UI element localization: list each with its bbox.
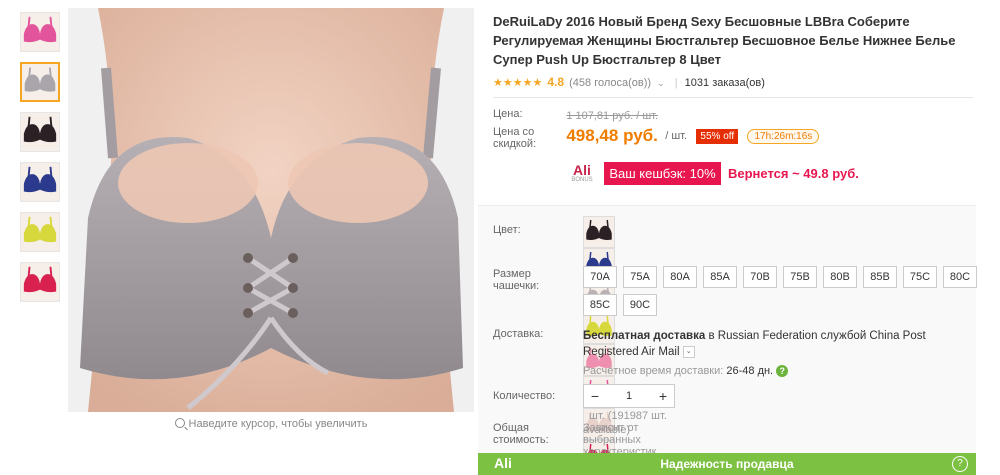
delivery-time-label: Расчётное время доставки: — [583, 365, 724, 377]
size-option[interactable]: 80C — [943, 266, 977, 288]
product-options: Цвет: Размер чашечки: 70A 75A 80A 85A 70B 75B… — [478, 205, 977, 472]
color-row: Цвет: — [493, 216, 615, 472]
rating-value: 4.8 — [547, 75, 565, 89]
thumbnail-list — [20, 12, 62, 312]
thumbnail-5[interactable] — [20, 212, 60, 252]
size-option[interactable]: 75B — [783, 266, 817, 288]
color-label: Цвет: — [493, 224, 521, 236]
quantity-label: Количество: — [493, 390, 556, 402]
size-option[interactable]: 85C — [583, 294, 617, 316]
ali-bonus-logo-text: Ali — [573, 162, 591, 178]
total-row: Общая стоимость: Зависит от выбранных ха… — [493, 422, 656, 470]
price-block: Цена: 1 107,81 руб. / шт. Цена со скидко… — [493, 108, 983, 190]
discount-price-row: Цена со скидкой: 498,48 руб. / шт. 55% o… — [493, 126, 983, 156]
cashback-return: Вернется ~ 49.8 руб. — [728, 166, 859, 181]
delivery-time: Расчётное время доставки: 26-48 дн. ? — [583, 363, 983, 379]
delivery-time-value: 26-48 дн. — [726, 365, 774, 377]
price-label: Цена: — [493, 108, 523, 120]
thumbnail-1[interactable] — [20, 12, 60, 52]
chevron-down-icon[interactable]: ⌄ — [682, 345, 695, 358]
size-option[interactable]: 75C — [903, 266, 937, 288]
cashback-badge[interactable]: Ваш кешбэк: 10% — [604, 162, 721, 185]
seller-reliability-text: Надежность продавца — [660, 457, 794, 471]
votes-link[interactable]: (458 голоса(ов)) — [569, 77, 651, 89]
quantity-plus-button[interactable]: + — [652, 385, 674, 407]
chevron-down-icon[interactable]: ⌄ — [657, 78, 665, 88]
size-options: 70A 75A 80A 85A 70B 75B 80B 85B 75C 80C 85C 90C — [583, 266, 983, 322]
cashback-row: Ali BONUS Ваш кешбэк: 10% Вернется ~ 49.8… — [493, 162, 983, 190]
quantity-box: − 1 + — [583, 384, 675, 408]
size-label: Размер чашечки: — [493, 268, 540, 292]
price-unit: / шт. — [665, 130, 688, 142]
zoom-hint: Наведите курсор, чтобы увеличить — [68, 418, 474, 430]
discount-price-label: Цена со скидкой: — [493, 126, 537, 150]
shipping-info: Бесплатная доставка в Russian Federation… — [583, 328, 983, 379]
original-price-row: Цена: 1 107,81 руб. / шт. — [493, 108, 983, 122]
star-rating-icon: ★★★★★ — [493, 77, 543, 89]
size-option[interactable]: 85B — [863, 266, 897, 288]
countdown-timer: 17h:26m:16s — [747, 128, 820, 144]
quantity-row: Количество: − 1 + шт. (191987 шт. availa… — [493, 384, 675, 436]
zoom-hint-text: Наведите курсор, чтобы увеличить — [188, 418, 368, 430]
quantity-input[interactable]: 1 — [606, 385, 652, 407]
shipping-row: Доставка: Бесплатная доставка в Russian … — [493, 328, 926, 378]
size-option[interactable]: 70B — [743, 266, 777, 288]
thumbnail-6[interactable] — [20, 262, 60, 302]
main-product-image[interactable] — [68, 8, 474, 412]
size-option[interactable]: 70A — [583, 266, 617, 288]
size-option[interactable]: 90C — [623, 294, 657, 316]
help-icon[interactable]: ? — [776, 365, 789, 378]
size-option[interactable]: 75A — [623, 266, 657, 288]
thumbnail-4[interactable] — [20, 162, 60, 202]
ali-bonus-logo-sub: BONUS — [571, 177, 593, 183]
size-option[interactable]: 85A — [703, 266, 737, 288]
total-label: Общая стоимость: — [493, 422, 549, 446]
product-info: DeRuiLaDy 2016 Новый Бренд Sexy Бесшовны… — [493, 12, 983, 190]
orders-count: 1031 заказа(ов) — [684, 77, 765, 89]
discount-price: 498,48 руб. — [566, 126, 658, 145]
ali-bonus-logo: Ali BONUS — [567, 163, 597, 184]
original-price: 1 107,81 руб. / шт. — [566, 110, 659, 122]
rating-row: ★★★★★ 4.8 (458 голоса(ов)) ⌄ | 1031 зака… — [493, 73, 973, 98]
size-row: Размер чашечки: 70A 75A 80A 85A 70B 75B 80B 85B… — [493, 266, 977, 316]
search-icon — [174, 418, 185, 428]
bra-photo — [68, 8, 474, 412]
discount-badge: 55% off — [696, 128, 739, 144]
product-title: DeRuiLaDy 2016 Новый Бренд Sexy Бесшовны… — [493, 14, 956, 67]
thumbnail-3[interactable] — [20, 112, 60, 152]
black-swatch[interactable] — [583, 216, 615, 248]
shipping-label: Доставка: — [493, 328, 544, 340]
seller-reliability-bar[interactable]: Ali Надежность продавца ? — [478, 453, 976, 475]
free-shipping: Бесплатная доставка — [583, 330, 706, 342]
quantity-minus-button[interactable]: − — [584, 385, 606, 407]
thumbnail-2[interactable] — [20, 62, 60, 102]
divider: | — [674, 77, 678, 89]
size-option[interactable]: 80A — [663, 266, 697, 288]
help-icon[interactable]: ? — [952, 456, 968, 472]
size-option[interactable]: 80B — [823, 266, 857, 288]
